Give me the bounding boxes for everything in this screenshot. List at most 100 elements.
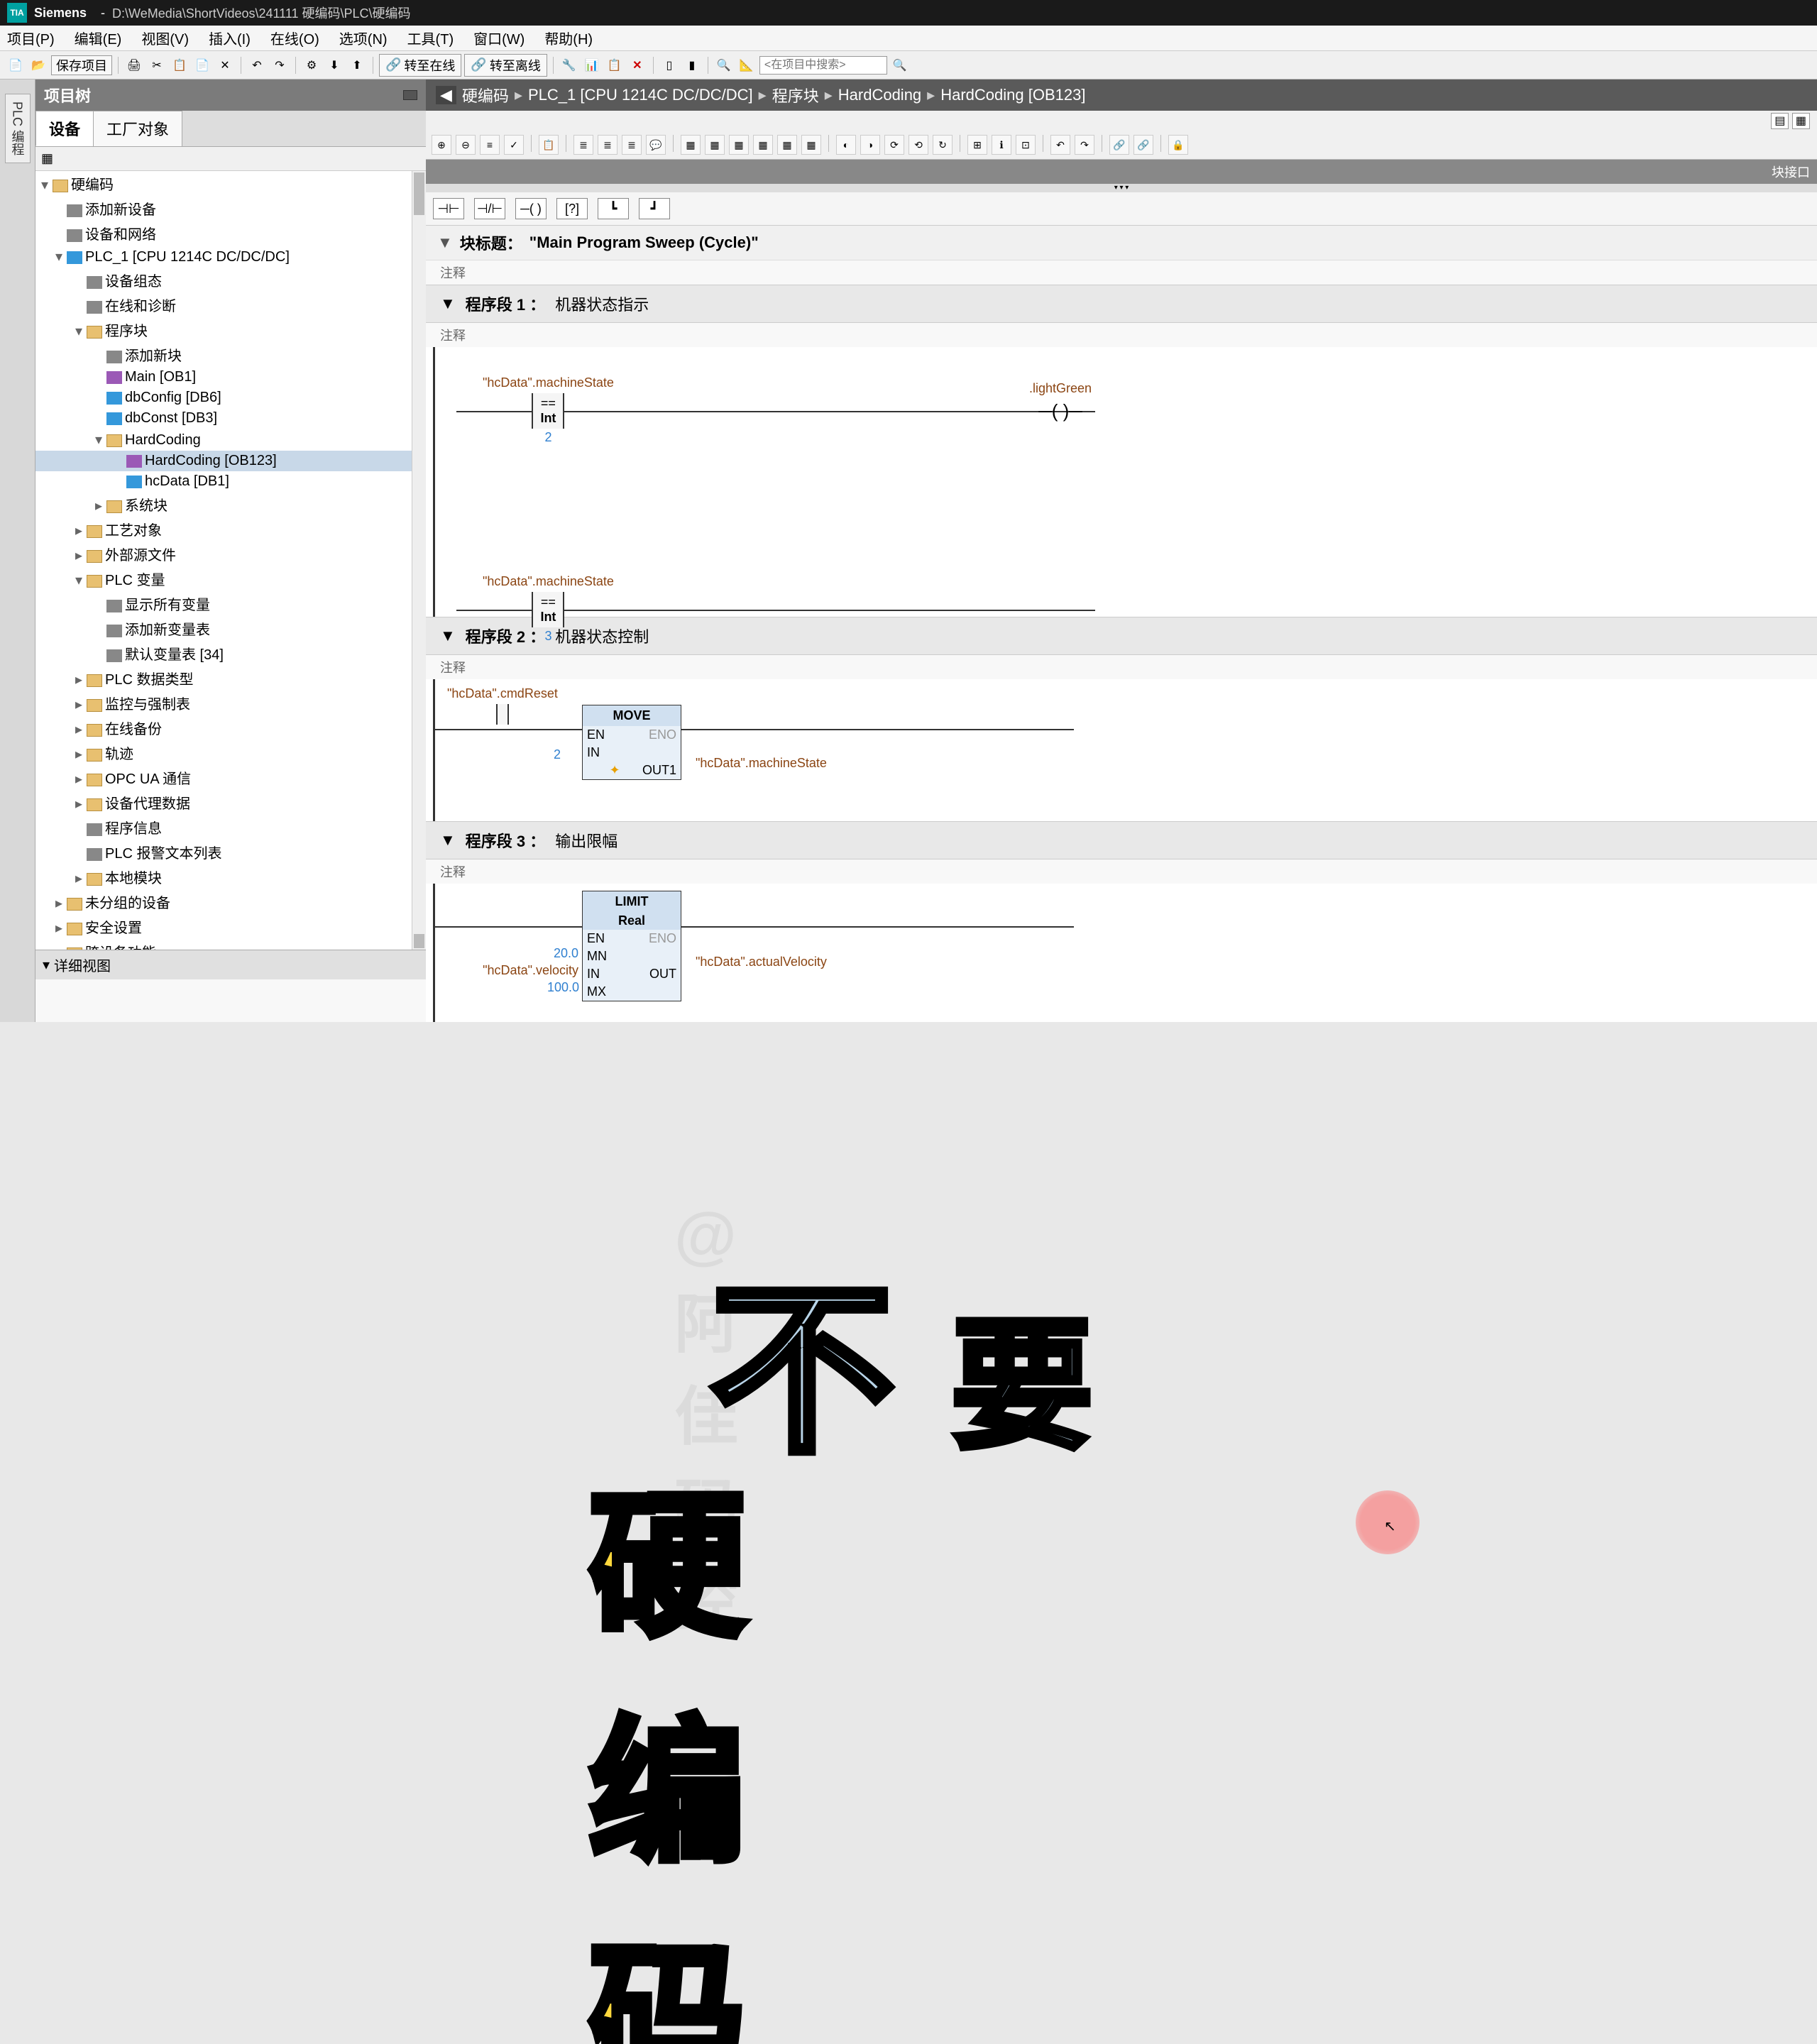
save-project-button[interactable]: 保存项目 [51, 55, 112, 75]
menu-online[interactable]: 在线(O) [270, 28, 319, 48]
tree-item[interactable]: 添加新设备 [35, 196, 426, 221]
menu-edit[interactable]: 编辑(E) [75, 28, 122, 48]
editor-tool-icon[interactable]: 🔒 [1168, 135, 1188, 155]
tree-expand-icon[interactable]: ▸ [75, 869, 87, 887]
tree-item[interactable]: ▾程序块 [35, 317, 426, 342]
operand-label[interactable]: "hcData".machineState [483, 574, 614, 589]
tree-item[interactable]: HardCoding [OB123] [35, 451, 426, 471]
editor-tool-icon[interactable]: ◑ [860, 135, 880, 155]
tree-item[interactable]: 在线和诊断 [35, 292, 426, 317]
tree-item[interactable]: ▸轨迹 [35, 740, 426, 765]
compare-contact[interactable]: == Int [532, 592, 564, 627]
tab-plant-objects[interactable]: 工厂对象 [93, 111, 182, 146]
breadcrumb-item[interactable]: HardCoding [838, 86, 921, 104]
vtab-plc-programming[interactable]: PLC 编程 [5, 94, 31, 163]
editor-tool-icon[interactable]: ≣ [622, 135, 642, 155]
tree-item[interactable]: hcData [DB1] [35, 471, 426, 492]
project-tree[interactable]: ▾硬编码添加新设备设备和网络▾PLC_1 [CPU 1214C DC/DC/DC… [35, 171, 426, 950]
tree-item[interactable]: ▾PLC 变量 [35, 566, 426, 591]
breadcrumb-nav-icon[interactable]: ◀ [436, 86, 456, 104]
tree-item[interactable]: ▸工艺对象 [35, 517, 426, 542]
network-body-2[interactable]: "hcData".cmdReset MOVE ENENO IN ✦OUT1 2 … [426, 679, 1817, 821]
tool-icon[interactable]: 📊 [582, 55, 602, 75]
coil-symbol[interactable]: ─( )─ [1029, 400, 1092, 422]
tree-item[interactable]: 设备组态 [35, 268, 426, 292]
tree-item[interactable]: ▸未分组的设备 [35, 889, 426, 914]
scroll-thumb[interactable] [414, 934, 424, 948]
network-comment[interactable]: 注释 [426, 655, 1817, 679]
editor-tool-icon[interactable]: ⊕ [432, 135, 451, 155]
cut-icon[interactable]: ✂ [147, 55, 167, 75]
tree-expand-icon[interactable]: ▸ [75, 546, 87, 564]
editor-tool-icon[interactable]: ▦ [753, 135, 773, 155]
tree-tool-icon[interactable]: ▦ [41, 151, 53, 165]
editor-tool-icon[interactable]: ▦ [729, 135, 749, 155]
operand-label[interactable]: "hcData".machineState [483, 375, 614, 390]
editor-tool-icon[interactable]: ≣ [598, 135, 617, 155]
mx-value[interactable]: 100.0 [531, 980, 579, 995]
block-title-row[interactable]: ▼ 块标题： "Main Program Sweep (Cycle)" [426, 226, 1817, 260]
tree-expand-icon[interactable]: ▸ [95, 497, 106, 515]
undo-icon[interactable]: ↶ [247, 55, 267, 75]
split-icon[interactable]: ▯ [659, 55, 679, 75]
scroll-thumb[interactable] [414, 172, 424, 215]
tab-devices[interactable]: 设备 [35, 111, 94, 146]
network-body-3[interactable]: LIMIT Real ENENO MN INOUT MX 20.0 "hcDat… [426, 884, 1817, 1022]
editor-tool-icon[interactable]: 💬 [646, 135, 666, 155]
compare-value[interactable]: 2 [483, 430, 614, 445]
go-offline-button[interactable]: 🔗转至离线 [464, 54, 547, 77]
out-label[interactable]: "hcData".actualVelocity [696, 955, 827, 969]
tree-item[interactable]: ▾PLC_1 [CPU 1214C DC/DC/DC] [35, 246, 426, 268]
editor-tool-icon[interactable]: ↷ [1075, 135, 1094, 155]
tree-expand-icon[interactable]: ▸ [55, 894, 67, 912]
menu-options[interactable]: 选项(N) [339, 28, 388, 48]
editor-tool-icon[interactable]: 🔗 [1109, 135, 1129, 155]
branch-close-icon[interactable]: ┛ [639, 198, 670, 219]
tree-item[interactable]: dbConst [DB3] [35, 408, 426, 429]
tree-expand-icon[interactable]: ▾ [95, 431, 106, 449]
editor-tool-icon[interactable]: ⊡ [1016, 135, 1036, 155]
copy-icon[interactable]: 📋 [170, 55, 190, 75]
menu-window[interactable]: 窗口(W) [473, 28, 525, 48]
tree-item[interactable]: ▸外部源文件 [35, 542, 426, 566]
interface-header[interactable]: 块接口 [426, 160, 1817, 184]
tree-expand-icon[interactable]: ▸ [75, 522, 87, 539]
coil-icon[interactable]: ─( ) [515, 198, 547, 219]
editor-tool-icon[interactable]: 🔗 [1133, 135, 1153, 155]
compare-contact[interactable]: == Int [532, 393, 564, 429]
network-comment[interactable]: 注释 [426, 859, 1817, 884]
tree-item[interactable]: 设备和网络 [35, 221, 426, 246]
operand-label[interactable]: "hcData".cmdReset [447, 686, 558, 701]
compile-icon[interactable]: ⚙ [302, 55, 322, 75]
tree-expand-icon[interactable]: ▾ [55, 248, 67, 265]
tree-item[interactable]: ▸PLC 数据类型 [35, 666, 426, 691]
network-header-3[interactable]: ▼ 程序段 3 ： 输出限幅 [426, 821, 1817, 859]
tree-item[interactable]: ▸本地模块 [35, 864, 426, 889]
editor-tool-icon[interactable]: ▦ [801, 135, 821, 155]
mn-value[interactable]: 20.0 [536, 946, 578, 961]
breadcrumb-item[interactable]: 程序块 [772, 84, 819, 106]
tree-expand-icon[interactable]: ▸ [75, 720, 87, 738]
tree-expand-icon[interactable]: ▸ [75, 770, 87, 788]
block-comment[interactable]: 注释 [426, 260, 1817, 285]
view-toggle-icon[interactable]: ▦ [1792, 113, 1810, 129]
in-value[interactable]: 2 [554, 747, 561, 762]
delete-icon[interactable]: ✕ [215, 55, 235, 75]
editor-tool-icon[interactable]: ⊞ [967, 135, 987, 155]
tool-icon[interactable]: 📐 [737, 55, 757, 75]
in-label[interactable]: "hcData".velocity [454, 963, 578, 978]
branch-open-icon[interactable]: ┗ [598, 198, 629, 219]
contact-nc-icon[interactable]: ⊣/⊢ [474, 198, 505, 219]
tree-item[interactable]: 默认变量表 [34] [35, 641, 426, 666]
paste-icon[interactable]: 📄 [192, 55, 212, 75]
network-body-1[interactable]: "hcData".machineState == Int 2 .lightGre… [426, 347, 1817, 617]
tree-item[interactable]: 程序信息 [35, 815, 426, 840]
tree-item[interactable]: 添加新变量表 [35, 616, 426, 641]
editor-tool-icon[interactable]: ≣ [573, 135, 593, 155]
chevron-down-icon[interactable]: ▼ [440, 295, 456, 313]
tree-item[interactable]: ▸设备代理数据 [35, 790, 426, 815]
editor-tool-icon[interactable]: ▦ [681, 135, 701, 155]
tree-item[interactable]: ▸在线备份 [35, 715, 426, 740]
editor-tool-icon[interactable]: ℹ [992, 135, 1011, 155]
tree-item[interactable]: 显示所有变量 [35, 591, 426, 616]
